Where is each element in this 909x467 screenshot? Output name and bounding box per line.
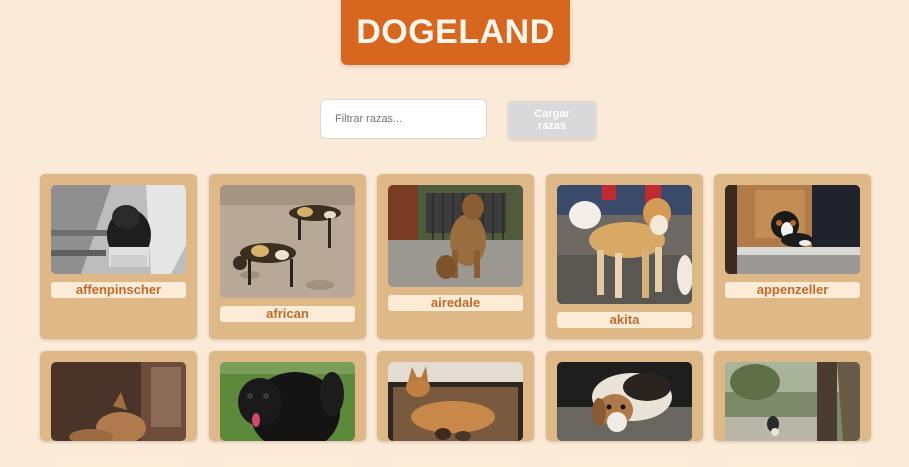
breed-photo xyxy=(388,185,523,287)
app-title: DOGELAND xyxy=(356,13,555,51)
breed-name xyxy=(725,451,860,467)
breed-name: affenpinscher xyxy=(51,282,186,298)
breed-name: african xyxy=(220,306,355,322)
breed-photo xyxy=(725,185,860,274)
breed-photo xyxy=(220,185,355,298)
breed-photo xyxy=(51,362,186,441)
breed-card[interactable] xyxy=(209,351,366,467)
breed-photo xyxy=(557,362,692,441)
breed-photo xyxy=(388,362,523,441)
breed-card[interactable] xyxy=(546,351,703,467)
breed-card[interactable]: african xyxy=(209,174,366,339)
breed-card[interactable] xyxy=(714,351,871,467)
load-breeds-button[interactable]: Cargar razas xyxy=(508,101,596,139)
breed-card[interactable]: airedale xyxy=(377,174,534,339)
breed-name xyxy=(388,451,523,467)
breed-name xyxy=(220,451,355,467)
breed-card[interactable]: affenpinscher xyxy=(40,174,197,339)
app-title-banner: DOGELAND xyxy=(341,0,570,65)
breed-name xyxy=(557,451,692,467)
breed-photo xyxy=(725,362,860,441)
breed-filter-input[interactable] xyxy=(320,99,487,139)
breed-card[interactable] xyxy=(377,351,534,467)
breed-name: appenzeller xyxy=(725,282,860,298)
breed-name xyxy=(51,451,186,467)
breed-card[interactable]: appenzeller xyxy=(714,174,871,339)
load-breeds-label: Cargar razas xyxy=(534,108,570,132)
breed-card[interactable] xyxy=(40,351,197,467)
breed-photo xyxy=(557,185,692,304)
breed-photo xyxy=(220,362,355,441)
breed-card[interactable]: akita xyxy=(546,174,703,339)
breed-name: akita xyxy=(557,312,692,328)
breed-name: airedale xyxy=(388,295,523,311)
breed-photo xyxy=(51,185,186,274)
